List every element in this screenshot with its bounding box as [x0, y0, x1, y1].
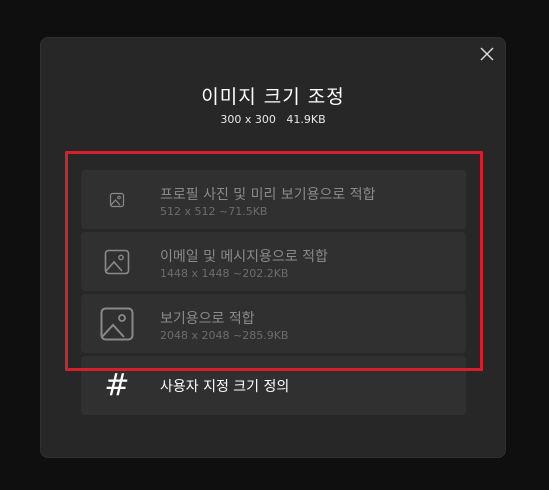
close-icon — [480, 47, 494, 61]
option-view-size[interactable]: 보기용으로 적합 2048 x 2048 ~285.9KB — [81, 294, 466, 353]
image-icon — [81, 170, 153, 229]
option-email-size[interactable]: 이메일 및 메시지용으로 적합 1448 x 1448 ~202.2KB — [81, 232, 466, 291]
option-label: 사용자 지정 크기 정의 — [160, 379, 290, 395]
option-label: 프로필 사진 및 미리 보기용으로 적합 — [160, 187, 376, 203]
resize-image-dialog: 이미지 크기 조정 300 x 300 41.9KB 프로필 사진 및 미리 보… — [41, 38, 505, 457]
option-label: 이메일 및 메시지용으로 적합 — [160, 249, 328, 265]
image-icon — [81, 294, 153, 353]
option-size-info: 512 x 512 ~71.5KB — [160, 205, 268, 218]
current-size-info: 300 x 300 41.9KB — [220, 113, 326, 126]
image-icon — [81, 232, 153, 291]
option-profile-size[interactable]: 프로필 사진 및 미리 보기용으로 적합 512 x 512 ~71.5KB — [81, 170, 466, 229]
option-label: 보기용으로 적합 — [160, 311, 255, 327]
dialog-title: 이미지 크기 조정 — [201, 86, 345, 108]
option-size-info: 1448 x 1448 ~202.2KB — [160, 267, 289, 280]
option-size-info: 2048 x 2048 ~285.9KB — [160, 329, 289, 342]
option-custom-size[interactable]: # 사용자 지정 크기 정의 — [81, 356, 466, 415]
hash-icon: # — [104, 368, 130, 403]
close-button[interactable] — [477, 44, 497, 64]
